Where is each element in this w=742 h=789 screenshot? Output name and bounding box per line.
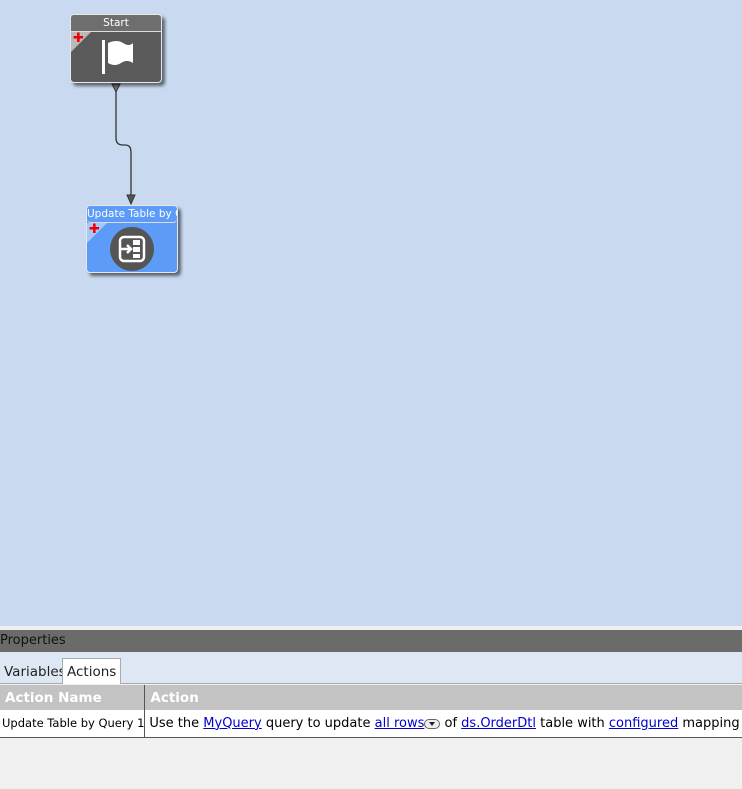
tab-actions[interactable]: Actions (62, 658, 122, 684)
update-table-icon (110, 227, 154, 271)
action-text: of (440, 715, 462, 731)
node-title: Start (71, 15, 161, 32)
column-header-action-name[interactable]: Action Name (0, 685, 146, 710)
properties-panel-title: Properties (0, 630, 742, 652)
action-text: Use the (149, 715, 204, 731)
column-header-action[interactable]: Action (144, 685, 742, 710)
properties-tabs: Variables Actions (0, 652, 742, 684)
workflow-canvas[interactable]: Start ✚ Update Table by Q ✚ (0, 0, 742, 626)
rows-link[interactable]: all rows (375, 716, 425, 731)
action-name-cell[interactable]: Update Table by Query 1 (0, 710, 146, 738)
dropdown-arrow-icon[interactable] (424, 718, 441, 729)
connector (111, 83, 136, 206)
action-text: table with (536, 715, 609, 731)
start-node[interactable]: Start ✚ (70, 14, 162, 83)
actions-table: Action Name Action Update Table by Query … (0, 685, 742, 738)
table-row[interactable]: Update Table by Query 1 Use the MyQuery … (0, 710, 742, 738)
query-link[interactable]: MyQuery (203, 716, 261, 731)
action-text: mapping (678, 715, 740, 731)
node-title: Update Table by Q (87, 206, 177, 223)
expand-plus-icon[interactable]: ✚ (73, 32, 84, 45)
action-cell: Use the MyQuery query to update all rows… (144, 710, 742, 738)
expand-plus-icon[interactable]: ✚ (89, 223, 100, 236)
action-text: query to update (261, 715, 375, 731)
update-table-node[interactable]: Update Table by Q ✚ (86, 205, 178, 273)
mapping-link[interactable]: configured (609, 716, 678, 731)
flag-icon (102, 40, 133, 74)
table-link[interactable]: ds.OrderDtl (461, 716, 536, 731)
tab-variables[interactable]: Variables (0, 661, 70, 683)
